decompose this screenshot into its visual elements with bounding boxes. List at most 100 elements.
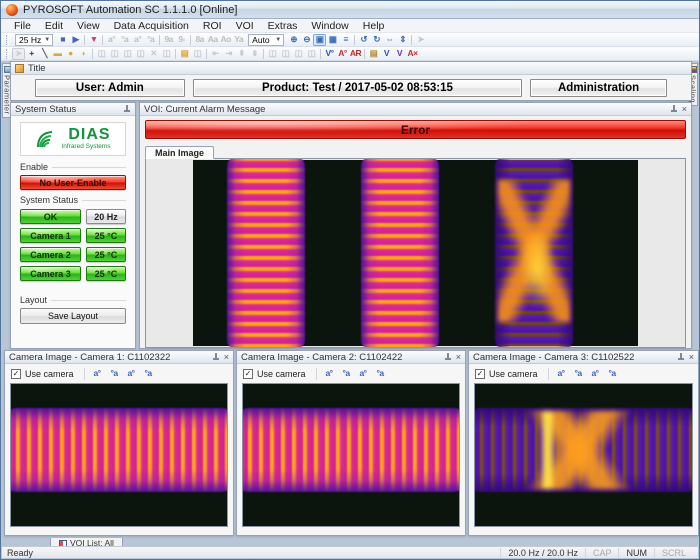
nuc-b-icon[interactable]: °a xyxy=(108,368,121,380)
use-camera-checkbox[interactable]: ✓ xyxy=(11,369,21,379)
record-start-icon: a° xyxy=(105,34,118,46)
order-up-icon: ◫ xyxy=(292,48,305,60)
camera-3-image[interactable] xyxy=(474,383,693,527)
voi-list-a-icon[interactable]: V xyxy=(380,48,393,60)
num-lock-indicator: NUM xyxy=(618,548,654,558)
stop-icon[interactable]: ■ xyxy=(56,34,69,46)
camera-toolbar-icons: a° °a a° °a xyxy=(548,368,619,380)
toolbar-separator xyxy=(190,35,191,45)
menu-data-acquisition[interactable]: Data Acquisition xyxy=(107,20,196,32)
camera-1-header: Camera Image - Camera 1: C1102322 × xyxy=(5,351,233,364)
toolbar-separator xyxy=(92,49,93,59)
voi-folder-icon[interactable]: ▤ xyxy=(367,48,380,60)
pin-icon[interactable] xyxy=(444,353,452,362)
close-icon[interactable]: × xyxy=(224,353,229,362)
pin-icon[interactable] xyxy=(677,353,685,362)
title-panel-icon xyxy=(15,64,24,73)
nuc-a-icon[interactable]: a° xyxy=(555,368,568,380)
use-camera-label: Use camera xyxy=(25,369,74,379)
menu-file[interactable]: File xyxy=(7,20,38,32)
toolbar-grip[interactable] xyxy=(6,35,9,45)
thermal-column-1 xyxy=(227,158,305,348)
play-icon[interactable]: ▶ xyxy=(69,34,82,46)
roi-reference-icon[interactable]: AR xyxy=(349,48,362,60)
nuc-d-icon[interactable]: °a xyxy=(606,368,619,380)
menu-voi[interactable]: VOI xyxy=(229,20,261,32)
voi-panel-header: VOI: Current Alarm Message × xyxy=(140,103,691,116)
group-voi-icon: ◫ xyxy=(121,48,134,60)
filter-icon[interactable]: ▼ xyxy=(87,34,100,46)
pin-icon[interactable] xyxy=(670,105,678,114)
profile-lines-icon[interactable]: ≡ xyxy=(339,34,352,46)
nuc-c-icon[interactable]: a° xyxy=(125,368,138,380)
menu-view[interactable]: View xyxy=(70,20,107,32)
voi-delete-icon[interactable]: A× xyxy=(406,48,419,60)
image-view-icon[interactable]: ▦ xyxy=(326,34,339,46)
polygon-tool-icon[interactable]: ◗ xyxy=(77,48,90,60)
toolbar-separator xyxy=(84,35,85,45)
user-enable-status: No User-Enable xyxy=(20,175,126,190)
nuc-c-icon[interactable]: a° xyxy=(589,368,602,380)
ellipse-tool-icon[interactable]: ● xyxy=(64,48,77,60)
voi-value-icon[interactable]: V° xyxy=(323,48,336,60)
save-layout-button[interactable]: Save Layout xyxy=(20,308,126,324)
voi-list-b-icon[interactable]: V xyxy=(393,48,406,60)
nuc-b-icon[interactable]: °a xyxy=(572,368,585,380)
menu-edit[interactable]: Edit xyxy=(38,20,70,32)
nudge-right-icon: ⇥ xyxy=(222,48,235,60)
camera-2-status: Camera 2 xyxy=(20,247,81,262)
scroll-lock-indicator: SCRL xyxy=(654,548,693,558)
toolbar-separator xyxy=(354,35,355,45)
close-icon[interactable]: × xyxy=(682,105,687,114)
flip-horizontal-icon[interactable]: ⇔ xyxy=(383,34,396,46)
paste-voi-icon[interactable]: ▤ xyxy=(178,48,191,60)
rotate-right-icon[interactable]: ↻ xyxy=(370,34,383,46)
menu-roi[interactable]: ROI xyxy=(196,20,229,32)
nuc-a-icon[interactable]: a° xyxy=(323,368,336,380)
administration-button[interactable]: Administration xyxy=(530,79,667,97)
voi-alarm-panel: VOI: Current Alarm Message × Error Main … xyxy=(139,102,692,349)
nuc-c-icon[interactable]: a° xyxy=(357,368,370,380)
menu-extras[interactable]: Extras xyxy=(261,20,305,32)
window-titlebar: PYROSOFT Automation SC 1.1.1.0 [Online] xyxy=(1,1,699,19)
zoom-out-icon[interactable]: ⊖ xyxy=(300,34,313,46)
nuc-b-icon[interactable]: °a xyxy=(340,368,353,380)
user-button[interactable]: User: Admin xyxy=(35,79,185,97)
toolbar-grip[interactable] xyxy=(6,49,9,59)
menu-window[interactable]: Window xyxy=(304,20,355,32)
main-image-tabstrip: Main Image xyxy=(140,144,691,158)
scaling-mode-select[interactable]: Auto▼ xyxy=(248,34,284,46)
duplicate-voi-icon: ◫ xyxy=(108,48,121,60)
product-button[interactable]: Product: Test / 2017-05-02 08:53:15 xyxy=(193,79,522,97)
pin-icon[interactable] xyxy=(212,353,220,362)
menu-help[interactable]: Help xyxy=(356,20,392,32)
flip-vertical-icon[interactable]: ⇕ xyxy=(396,34,409,46)
app-icon xyxy=(6,4,18,16)
roi-alarm-icon[interactable]: A° xyxy=(336,48,349,60)
camera-1-status: Camera 1 xyxy=(20,228,81,243)
zoom-in-icon[interactable]: ⊕ xyxy=(287,34,300,46)
camera-2-caption: Camera Image - Camera 2: C1102422 xyxy=(241,352,402,363)
tab-main-image[interactable]: Main Image xyxy=(145,146,214,159)
close-icon[interactable]: × xyxy=(456,353,461,362)
toolbar-separator xyxy=(411,35,412,45)
rotate-left-icon[interactable]: ↺ xyxy=(357,34,370,46)
nuc-a-icon[interactable]: a° xyxy=(91,368,104,380)
order-back-icon: ◫ xyxy=(279,48,292,60)
camera-3-temperature: 25 °C xyxy=(86,266,126,281)
nuc-d-icon[interactable]: °a xyxy=(142,368,155,380)
use-camera-checkbox[interactable]: ✓ xyxy=(243,369,253,379)
frame-rate-select[interactable]: 25 Hz▼ xyxy=(15,34,53,46)
camera-1-image[interactable] xyxy=(10,383,228,527)
line-tool-icon[interactable]: ╲ xyxy=(38,48,51,60)
main-thermal-image[interactable] xyxy=(193,160,638,346)
use-camera-checkbox[interactable]: ✓ xyxy=(475,369,485,379)
rectangle-tool-icon[interactable]: ▬ xyxy=(51,48,64,60)
nuc-d-icon[interactable]: °a xyxy=(374,368,387,380)
camera-2-image[interactable] xyxy=(242,383,460,527)
add-voi-icon[interactable]: + xyxy=(25,48,38,60)
close-icon[interactable]: × xyxy=(689,353,694,362)
dias-sub-text: Infrared Systems xyxy=(61,144,110,151)
pin-icon[interactable] xyxy=(123,105,131,114)
fit-to-window-icon[interactable]: ▣ xyxy=(313,34,326,46)
